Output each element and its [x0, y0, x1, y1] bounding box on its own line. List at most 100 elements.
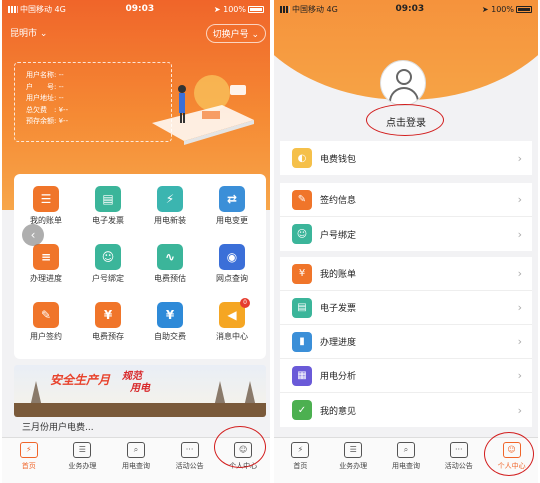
network: 4G [54, 4, 66, 14]
account-number: 户 号: -- [26, 82, 64, 91]
grid-item-label: 用电新装 [154, 216, 186, 225]
menu-item-label: 我的意见 [320, 406, 357, 417]
bind-icon: ☺ [292, 224, 312, 244]
banner-ground [14, 403, 266, 417]
status-bar: 中国移动 4G 09:03 ➤ 100% [2, 0, 270, 18]
wallet-icon: ◐ [292, 148, 312, 168]
tab-label: 活动公告 [175, 462, 204, 470]
switch-account-button[interactable]: 切换户号 ⌄ [205, 24, 266, 43]
switch-account-label: 切换户号 [212, 30, 249, 40]
selfpay-icon: ¥ [157, 302, 183, 328]
location-icon: ◉ [219, 244, 245, 270]
menu-item-label: 电费钱包 [320, 154, 357, 165]
grid-item-label: 办理进度 [30, 274, 62, 283]
highlight-circle [366, 104, 444, 136]
progress-icon: ▮ [292, 331, 312, 352]
tab-label: 用电查询 [392, 462, 420, 470]
carrier: 中国移动 [292, 4, 324, 14]
chevron-down-icon: ⌄ [251, 30, 259, 40]
tab-label: 首页 [293, 462, 308, 470]
battery-level: 100% [223, 4, 246, 14]
menu-item-progress[interactable]: ▮ 办理进度 › [280, 325, 532, 359]
menu-item-feedback[interactable]: ✓ 我的意见 › [280, 393, 532, 427]
menu-item-invoice[interactable]: ▤ 电子发票 › [280, 291, 532, 325]
banner-slogan: 用电 [130, 383, 150, 394]
highlight-circle [484, 432, 534, 476]
grid-item-label: 电费预存 [92, 332, 124, 341]
tab-business[interactable]: ☰ 业务办理 [327, 442, 379, 471]
query-icon: ⌕ [397, 442, 415, 458]
chevron-right-icon: › [517, 335, 522, 348]
chevron-right-icon: › [517, 267, 522, 280]
news-peek[interactable]: 三月份用户电费... [22, 420, 94, 433]
chevron-down-icon: ⌄ [39, 29, 48, 39]
menu-item-label: 用电分析 [320, 372, 357, 382]
sign-info-icon: ✎ [292, 189, 312, 210]
battery-icon [516, 5, 532, 13]
total-arrears: 总欠费 : ¥-- [26, 105, 69, 114]
change-icon: ⇄ [219, 186, 245, 212]
menu-item-sign-info[interactable]: ✎ 签约信息 › [280, 183, 532, 217]
grid-item-location[interactable]: ◉ 网点查询 [204, 244, 260, 284]
bill-icon: ¥ [292, 263, 312, 284]
grid-item-label: 网点查询 [216, 274, 248, 283]
tab-home[interactable]: ⚡ 首页 [3, 442, 55, 471]
grid-item-change[interactable]: ⇄ 用电变更 [204, 186, 260, 226]
tab-business[interactable]: ☰ 业务办理 [56, 442, 108, 471]
tab-label: 用电查询 [122, 462, 150, 470]
city-label: 昆明市 [10, 29, 38, 39]
grid-item-sign[interactable]: ✎ 用户签约 [18, 302, 74, 342]
profile-screen: 中国移动 4G 09:03 ➤ 100% 点击登录 ◐ 电费钱包 › ✎ 签约信息 › ☺ 户… [274, 0, 538, 483]
grid-item-label: 电子发票 [92, 216, 124, 225]
avatar[interactable] [380, 60, 426, 106]
chevron-right-icon: › [517, 369, 522, 382]
grid-item-label: 自助交费 [154, 332, 186, 341]
carousel-prev-button[interactable]: ‹ [22, 224, 44, 246]
grid-item-label: 户号绑定 [92, 274, 124, 283]
menu-item-label: 签约信息 [320, 196, 357, 206]
feedback-icon: ✓ [292, 400, 312, 420]
grid-item-prepay[interactable]: ¥ 电费预存 [80, 302, 136, 342]
menu-item-wallet[interactable]: ◐ 电费钱包 › [280, 141, 532, 175]
grid-item-estimate[interactable]: ∿ 电费预估 [142, 244, 198, 284]
grid-item-label: 用电变更 [216, 216, 248, 225]
grid-item-label: 电费预估 [154, 274, 186, 283]
grid-item-message[interactable]: ◀ 消息中心 0 [204, 298, 260, 342]
business-icon: ☰ [73, 442, 92, 458]
business-icon: ☰ [344, 442, 363, 458]
grid-item-new-install[interactable]: ⚡ 用电新装 [142, 186, 198, 226]
network: 4G [326, 4, 338, 14]
home-icon: ⚡ [291, 442, 310, 458]
status-bar: 中国移动 4G 09:03 ➤ 100% [274, 0, 538, 18]
highlight-circle [214, 426, 266, 468]
tab-home[interactable]: ⚡ 首页 [274, 442, 326, 471]
tab-query[interactable]: ⌕ 用电查询 [380, 442, 432, 471]
tab-label: 业务办理 [339, 462, 368, 470]
tab-notice[interactable]: ··· 活动公告 [433, 442, 485, 471]
query-icon: ⌕ [127, 442, 145, 458]
city-selector[interactable]: 昆明市 ⌄ [10, 26, 47, 39]
battery-icon [248, 5, 264, 13]
menu-item-bill[interactable]: ¥ 我的账单 › [280, 257, 532, 291]
grid-item-progress[interactable]: ≡ 办理进度 [18, 244, 74, 284]
home-screen: 中国移动 4G 09:03 ➤ 100% 昆明市 ⌄ 切换户号 ⌄ 用户名称: … [2, 0, 270, 483]
message-badge: 0 [240, 298, 250, 308]
grid-item-bind[interactable]: ☺ 户号绑定 [80, 244, 136, 284]
grid-item-invoice[interactable]: ▤ 电子发票 [80, 186, 136, 226]
menu-item-analysis[interactable]: ▦ 用电分析 › [280, 359, 532, 393]
menu-section: ¥ 我的账单 › ▤ 电子发票 › ▮ 办理进度 › ▦ 用电分析 › ✓ 我的意见 › [280, 257, 532, 427]
tab-query[interactable]: ⌕ 用电查询 [110, 442, 162, 471]
phone-illustration [152, 75, 254, 145]
chevron-left-icon: ‹ [30, 228, 36, 242]
tab-notice[interactable]: ··· 活动公告 [164, 442, 216, 471]
grid-item-selfpay[interactable]: ¥ 自助交费 [142, 302, 198, 342]
estimate-icon: ∿ [157, 244, 183, 270]
tab-label: 首页 [21, 462, 36, 470]
grid-item-bill[interactable]: ☰ 我的账单 [18, 186, 74, 226]
menu-section: ◐ 电费钱包 › [280, 141, 532, 175]
banner-title: 安全生产月 [50, 373, 111, 387]
safety-banner[interactable]: 安全生产月 规范 用电 [14, 365, 266, 417]
chevron-right-icon: › [517, 227, 522, 241]
menu-item-bind[interactable]: ☺ 户号绑定 › [280, 217, 532, 251]
bill-icon: ☰ [33, 186, 59, 212]
